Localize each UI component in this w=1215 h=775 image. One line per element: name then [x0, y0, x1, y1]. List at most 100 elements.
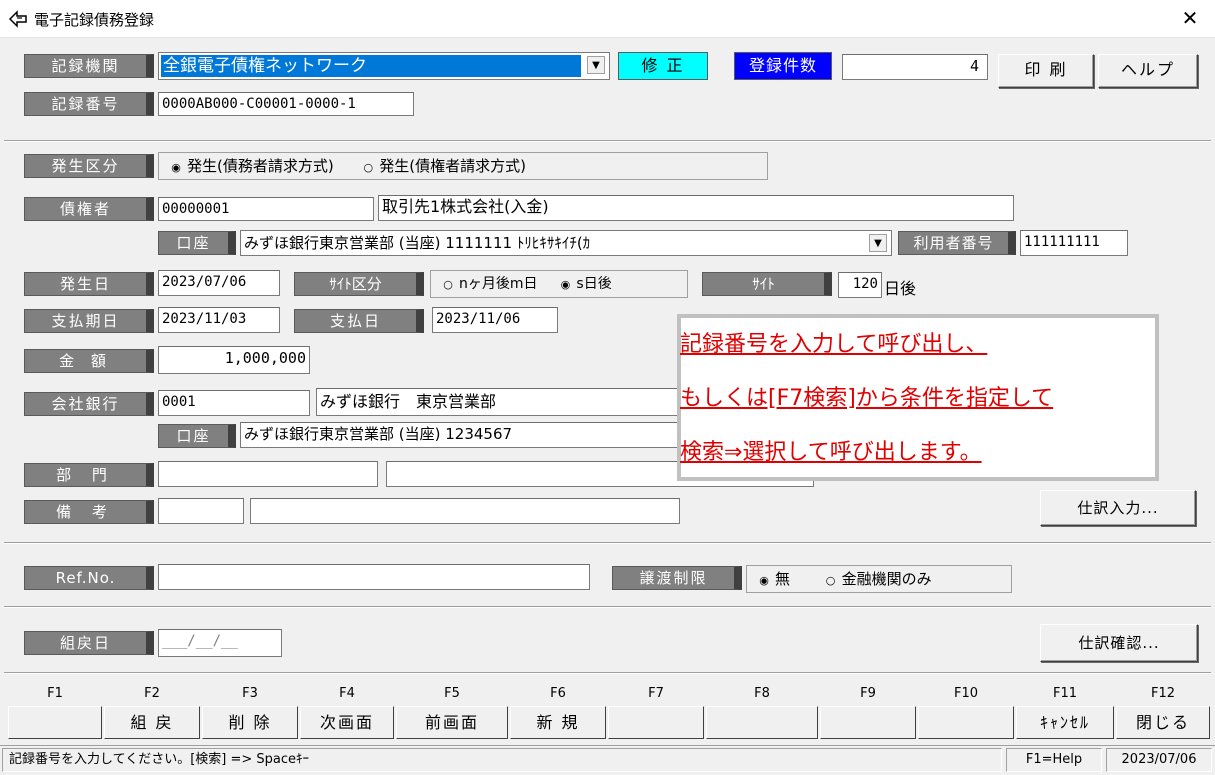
fkey-label-f10: F10: [953, 686, 979, 701]
fkey-button-f1[interactable]: [8, 706, 102, 739]
title-bar: [0, 0, 1215, 38]
fkey-button-f9[interactable]: [820, 706, 916, 739]
mode-badge: 修 正: [618, 52, 708, 80]
kaisha-ginko-name-input[interactable]: みずほ銀行 東京営業部: [316, 388, 686, 416]
kaisha-koza-input[interactable]: みずほ銀行東京営業部 (当座) 1234567: [240, 422, 686, 448]
site-label: ｻｲﾄ: [702, 272, 832, 296]
fkey-label-f11: F11: [1052, 686, 1078, 701]
saikensha-name-input[interactable]: 取引先1株式会社(入金): [378, 195, 1014, 221]
close-icon[interactable]: ✕: [1180, 6, 1200, 30]
help-button[interactable]: ヘルプ: [1098, 54, 1198, 88]
bumon-label: 部 門: [24, 463, 154, 487]
print-button[interactable]: 印 刷: [998, 54, 1094, 88]
kiroku-kikan-select[interactable]: 全銀電子債権ネットワーク ▼: [158, 52, 610, 80]
kaisha-ginko-label: 会社銀行: [24, 392, 154, 416]
site-kubun-label: ｻｲﾄ区分: [294, 272, 424, 296]
kiroku-kikan-value: 全銀電子債権ネットワーク: [161, 55, 581, 77]
fkey-label-f7: F7: [648, 686, 664, 701]
biko-label: 備 考: [24, 500, 154, 524]
hassei-bi-input[interactable]: 2023/07/06: [158, 270, 280, 296]
fkey-label-f1: F1: [47, 686, 63, 701]
hassei-opt2[interactable]: 発生(債権者請求方式): [379, 157, 526, 175]
radio-empty-icon[interactable]: ○: [363, 155, 373, 181]
joto-opt1[interactable]: 無: [775, 570, 790, 588]
biko-text-input[interactable]: [250, 498, 680, 524]
note-line-3: 検索⇒選択して呼び出します。: [680, 440, 982, 465]
fkey-button-f12[interactable]: 閉じる: [1116, 706, 1210, 739]
fkey-label-f12: F12: [1150, 686, 1176, 701]
radio-empty-icon[interactable]: ○: [826, 568, 836, 594]
shiwake-input-button[interactable]: 仕訳入力...: [1040, 490, 1196, 526]
fkey-button-f6[interactable]: 新 規: [510, 706, 606, 739]
shiharai-bi-label: 支払日: [294, 309, 424, 333]
kumimodoshi-input[interactable]: ___/__/__: [158, 629, 282, 657]
fkey-button-f7[interactable]: [608, 706, 704, 739]
koza-select[interactable]: みずほ銀行東京営業部 (当座) 1111111 ﾄﾘﾋｷｻｷｲﾁ(ｶ ▼: [240, 230, 892, 256]
site-kubun-radio-group: ○ nヶ月後m日 ◉ s日後: [430, 270, 688, 298]
shiharai-kijitsu-input[interactable]: 2023/11/03: [158, 307, 280, 333]
hassei-kubun-label: 発生区分: [24, 154, 154, 178]
kiroku-bango-input[interactable]: 0000AB000-C00001-0000-1: [158, 92, 414, 116]
radio-selected-icon[interactable]: ◉: [171, 155, 181, 181]
riyousha-label: 利用者番号: [898, 231, 1016, 255]
hassei-bi-label: 発生日: [24, 272, 154, 296]
hassei-opt1[interactable]: 発生(債務者請求方式): [187, 157, 334, 175]
status-help: F1=Help: [1006, 748, 1102, 772]
kaisha-ginko-code-input[interactable]: 0001: [158, 390, 310, 416]
radio-empty-icon[interactable]: ○: [443, 272, 453, 298]
joto-label: 譲渡制限: [612, 566, 742, 590]
fkey-button-f3[interactable]: 削 除: [202, 706, 298, 739]
separator: [4, 606, 1211, 608]
fkey-button-f2[interactable]: 組 戻: [104, 706, 200, 739]
bumon-code-input[interactable]: [158, 461, 378, 487]
fkey-label-f6: F6: [550, 686, 566, 701]
refno-input[interactable]: [158, 564, 590, 590]
chevron-down-icon[interactable]: ▼: [869, 234, 887, 252]
hassei-kubun-radio-group: ◉ 発生(債務者請求方式) ○ 発生(債権者請求方式): [158, 152, 768, 180]
riyousha-input[interactable]: 111111111: [1020, 230, 1128, 256]
window-title: 電子記録債務登録: [34, 11, 155, 29]
separator: [4, 672, 1211, 674]
separator: [4, 140, 1211, 142]
fkey-label-f9: F9: [860, 686, 876, 701]
separator: [4, 542, 1211, 544]
saikensha-label: 債権者: [24, 197, 154, 221]
fkey-label-f4: F4: [339, 686, 355, 701]
fkey-button-f4[interactable]: 次画面: [300, 706, 394, 739]
status-message: 記録番号を入力してください。[検索] => Spaceｷｰ: [2, 748, 1002, 772]
kiroku-bango-label: 記録番号: [24, 92, 154, 116]
koza-value: みずほ銀行東京営業部 (当座) 1111111 ﾄﾘﾋｷｻｷｲﾁ(ｶ: [244, 234, 591, 252]
count-value: 4: [842, 54, 988, 80]
joto-radio-group: ◉ 無 ○ 金融機関のみ: [746, 565, 1012, 593]
site-opt1[interactable]: nヶ月後m日: [459, 276, 538, 292]
kingaku-label: 金 額: [24, 349, 154, 373]
shiharai-bi-input[interactable]: 2023/11/06: [432, 307, 558, 333]
fkey-button-f8[interactable]: [706, 706, 818, 739]
radio-selected-icon[interactable]: ◉: [560, 272, 571, 298]
kingaku-input[interactable]: 1,000,000: [158, 346, 310, 374]
fkey-label-f8: F8: [754, 686, 770, 701]
site-opt2[interactable]: s日後: [576, 276, 611, 292]
radio-selected-icon[interactable]: ◉: [759, 568, 769, 594]
chevron-down-icon[interactable]: ▼: [587, 56, 605, 74]
shiwake-confirm-button[interactable]: 仕訳確認...: [1040, 624, 1198, 662]
fkey-label-f2: F2: [144, 686, 160, 701]
note-line-2: もしくは[F7検索]から条件を指定して: [680, 386, 1054, 411]
koza-label: 口座: [158, 231, 236, 255]
kumimodoshi-label: 組戻日: [24, 631, 154, 655]
saikensha-code-input[interactable]: 00000001: [158, 197, 374, 221]
note-line-1: 記録番号を入力して呼び出し、: [680, 332, 988, 357]
count-label: 登録件数: [734, 52, 832, 80]
fkey-button-f11[interactable]: ｷｬﾝｾﾙ: [1016, 706, 1114, 739]
site-input[interactable]: 120: [838, 272, 882, 298]
fkey-label-f3: F3: [242, 686, 258, 701]
fkey-button-f5[interactable]: 前画面: [396, 706, 508, 739]
fkey-button-f10[interactable]: [918, 706, 1014, 739]
kaisha-koza-label: 口座: [158, 424, 236, 448]
app-icon: [8, 10, 27, 28]
refno-label: Ref.No.: [24, 566, 154, 590]
biko-code-input[interactable]: [158, 498, 244, 524]
kiroku-kikan-label: 記録機関: [24, 54, 154, 78]
status-date: 2023/07/06: [1106, 748, 1212, 772]
joto-opt2[interactable]: 金融機関のみ: [842, 570, 932, 588]
